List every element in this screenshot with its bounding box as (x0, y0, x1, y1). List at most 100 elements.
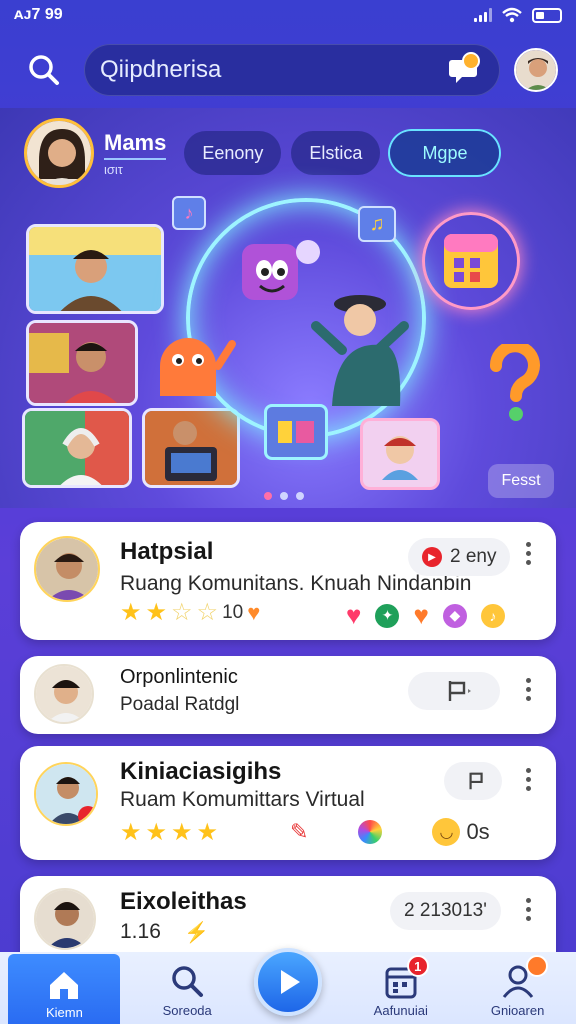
card-avatar (34, 664, 94, 724)
nav-item-calendar[interactable]: 1 Aafunuiai (351, 955, 451, 1018)
more-options-icon[interactable] (518, 898, 538, 921)
more-options-icon[interactable] (518, 678, 538, 701)
card-action-chip[interactable] (444, 762, 502, 800)
flag-icon (448, 681, 471, 701)
tab-elstica[interactable]: Elstica (291, 131, 381, 175)
search-icon (29, 55, 59, 85)
emoji-icon[interactable]: ◡ 0s (432, 818, 490, 846)
star-icon: ★ (120, 599, 142, 626)
heart-icon[interactable]: ♥ (413, 600, 428, 631)
video-thumbnail[interactable] (26, 320, 138, 406)
tab-eenony[interactable]: Eenony (184, 131, 282, 175)
star-icon: ★ (196, 819, 219, 846)
rating-stars: ★ ★ ☆ ☆ 10 ♥ (120, 598, 260, 627)
community-card[interactable]: Orponlintenic Poadal Ratdgl (20, 656, 556, 734)
nav-item-profile[interactable]: Gnioaren (468, 955, 568, 1018)
color-wheel-icon[interactable] (358, 820, 383, 844)
hero-tab-row: Mams ισιτ Eenony Elstica Mgpe (24, 118, 500, 188)
status-badge (525, 955, 548, 977)
user-avatar-image (516, 50, 556, 90)
search-icon (172, 966, 204, 997)
community-card[interactable]: Kiniaciasigihs Ruam Komumittars Virtual … (20, 746, 556, 860)
star-icon: ★ (120, 819, 142, 846)
star-icon: ★ (145, 819, 168, 846)
gem-icon[interactable]: ◆ (442, 603, 467, 628)
next-button[interactable]: Fesst (488, 464, 554, 498)
sticker-card[interactable] (360, 418, 440, 490)
tab-mgpe[interactable]: Mgpe (390, 131, 500, 175)
sticker-card-icon (382, 436, 418, 480)
dancing-girl-illustration (311, 295, 409, 406)
nav-item-label: Kiemn (45, 1005, 83, 1020)
card-avatar (34, 888, 96, 950)
reaction-icons: ✎ ◡ 0s (290, 818, 490, 846)
status-icons (474, 7, 562, 23)
nav-item-search[interactable]: Soreoda (137, 963, 237, 1018)
video-icon: ▶ (422, 547, 442, 567)
card-avatar-image (36, 890, 94, 948)
profile-avatar[interactable] (24, 118, 94, 188)
more-options-icon[interactable] (518, 768, 538, 791)
notification-badge: 1 (406, 955, 429, 977)
video-thumbnail[interactable] (26, 224, 164, 314)
nav-item-label: Aafunuiai (373, 1003, 428, 1018)
carousel-dot[interactable] (280, 492, 288, 500)
card-action-chip[interactable] (408, 672, 500, 710)
smile-icon: ◡ (432, 818, 461, 846)
music-tile[interactable]: ♪ (172, 196, 206, 230)
card-subtitle: Ruam Komumittars Virtual (120, 788, 365, 811)
community-card[interactable]: Hatpsial Ruang Komunitans. Knuah Nindanb… (20, 522, 556, 640)
music-tile[interactable]: ♫ (358, 206, 396, 242)
card-chip-label: 2 eny (450, 546, 497, 567)
home-icon (50, 972, 79, 999)
heart-icon[interactable]: ♥ (346, 600, 361, 631)
search-input-label: Qiipdnerisa (100, 56, 222, 83)
card-title: Orponlintenic (120, 666, 238, 688)
thumbnail-image (29, 227, 161, 311)
notification-button[interactable] (444, 50, 484, 90)
star-icon: ☆ (171, 599, 193, 626)
game-cube-icon (444, 234, 498, 288)
profile-title: Mams (104, 129, 167, 155)
leaf-icon[interactable]: ✦ (375, 603, 400, 628)
video-thumbnail[interactable] (22, 408, 132, 488)
star-icon: ☆ (196, 599, 219, 626)
user-avatar[interactable] (514, 48, 558, 92)
card-subtitle: Poadal Ratdgl (120, 694, 240, 715)
pencil-icon[interactable]: ✎ (290, 819, 308, 845)
hero-banner: Mams ισιτ Eenony Elstica Mgpe ♫ ♪ Fesst (0, 108, 576, 508)
rating-value: 10 (222, 601, 244, 623)
mascot-ghost-icon (160, 338, 236, 396)
question-mark-icon (490, 344, 540, 421)
play-button[interactable] (254, 948, 322, 1016)
reaction-icons: ♥ ✦ ♥ ◆ ♪ (346, 600, 505, 631)
battery-icon (532, 7, 562, 23)
thumbnail-image (29, 323, 135, 403)
app-header: Qiipdnerisa (0, 36, 576, 104)
card-chip[interactable]: ▶ 2 eny (408, 538, 511, 576)
sticker-card[interactable] (264, 404, 328, 460)
video-thumbnail[interactable] (142, 408, 240, 488)
thumbnail-image (25, 411, 129, 485)
signal-icon (474, 8, 492, 22)
search-input[interactable]: Qiipdnerisa (84, 44, 500, 96)
status-bar: ᴀᴊ7 99 (0, 0, 576, 30)
card-chip[interactable]: 2 213013' (390, 892, 501, 930)
more-options-icon[interactable] (518, 542, 538, 565)
bolt-icon: ⚡ (184, 922, 209, 944)
game-cube-tile[interactable] (422, 212, 520, 310)
card-subtitle: Ruang Komunitans. Knuah Nindanbin (120, 572, 472, 595)
search-button[interactable] (18, 44, 70, 96)
music-icon[interactable]: ♪ (480, 603, 505, 628)
carousel-dots (264, 492, 304, 500)
nav-item-label: Gnioaren (490, 1003, 545, 1018)
card-avatar-image (36, 666, 92, 722)
nav-item-home[interactable]: Kiemn (8, 954, 121, 1024)
card-title: Kiniaciasigihs (120, 758, 282, 785)
rating-value: 0s (466, 819, 490, 844)
card-avatar-image (36, 764, 96, 824)
thumbnail-image (145, 411, 237, 485)
heart-icon: ♥ (247, 599, 261, 625)
carousel-dot[interactable] (296, 492, 304, 500)
carousel-dot[interactable] (264, 492, 272, 500)
